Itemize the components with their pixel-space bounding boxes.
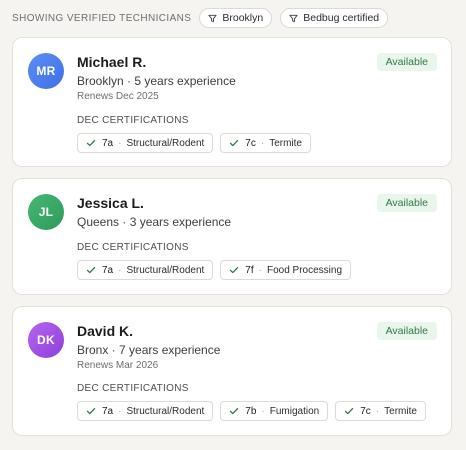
technician-meta: Queens · 3 years experience (77, 215, 232, 229)
certification-tag: 7a · Structural/Rodent (77, 260, 214, 280)
certifications-list: 7a · Structural/Rodent 7c · Termite (77, 133, 311, 153)
filter-bar: SHOWING VERIFIED TECHNICIANS Brooklyn Be… (12, 8, 454, 28)
check-icon (230, 139, 239, 147)
certification-code: 7c (245, 137, 256, 149)
filter-heading: SHOWING VERIFIED TECHNICIANS (12, 12, 192, 24)
certification-label: Structural/Rodent (126, 137, 205, 149)
technician-card-jessica[interactable]: JL Jessica L. Queens · 3 years experienc… (12, 178, 452, 295)
technician-card-michael[interactable]: MR Michael R. Brooklyn · 5 years experie… (12, 37, 452, 167)
technician-meta: Brooklyn · 5 years experience (77, 74, 236, 88)
certification-tag: 7c · Termite (220, 133, 311, 153)
check-icon (345, 407, 354, 415)
avatar: DK (28, 322, 64, 358)
certification-tag: 7c · Termite (335, 401, 426, 421)
certifications-list: 7a · Structural/Rodent 7b · Fumigation 7… (77, 401, 426, 421)
certification-code: 7f (245, 264, 254, 276)
technician-name: Michael R. (77, 54, 147, 70)
renewal-date: Renews Mar 2026 (77, 360, 159, 371)
filter-funnel-icon (208, 14, 217, 22)
check-icon (230, 266, 239, 274)
certification-label: Termite (384, 405, 417, 417)
status-badge: Available (376, 53, 437, 71)
certification-label: Termite (269, 137, 302, 149)
certification-label: Structural/Rodent (126, 264, 205, 276)
certification-tag: 7b · Fumigation (220, 401, 329, 421)
technician-card-david[interactable]: DK David K. Bronx · 7 years experience R… (12, 306, 452, 436)
status-badge: Available (376, 322, 437, 340)
certifications-heading: DEC CERTIFICATIONS (77, 383, 189, 394)
renewal-date: Renews Dec 2025 (77, 91, 159, 102)
check-icon (86, 139, 96, 147)
certification-code: 7b (245, 405, 257, 417)
certification-label: Structural/Rodent (126, 405, 205, 417)
certification-code: 7a (102, 405, 114, 417)
certification-label: Food Processing (266, 264, 343, 276)
filter-funnel-icon (289, 14, 298, 22)
certification-tag: 7a · Structural/Rodent (77, 401, 214, 421)
certification-tag: 7f · Food Processing (220, 260, 352, 280)
status-badge: Available (376, 194, 437, 212)
check-icon (86, 407, 96, 415)
filter-chip-label: Bedbug certified (303, 12, 380, 24)
certifications-list: 7a · Structural/Rodent 7f · Food Process… (77, 260, 352, 280)
certifications-heading: DEC CERTIFICATIONS (77, 115, 189, 126)
avatar: MR (28, 53, 64, 89)
avatar: JL (28, 194, 64, 230)
certification-label: Fumigation (269, 405, 320, 417)
technician-name: Jessica L. (77, 195, 144, 211)
check-icon (86, 266, 96, 274)
filter-chip-label: Brooklyn (222, 12, 264, 24)
certification-code: 7a (102, 264, 114, 276)
technician-name: David K. (77, 323, 134, 339)
filter-chip-brooklyn[interactable]: Brooklyn (199, 8, 273, 28)
certification-code: 7a (102, 137, 114, 149)
filter-chip-bedbug-certified[interactable]: Bedbug certified (280, 8, 389, 28)
certification-tag: 7a · Structural/Rodent (77, 133, 214, 153)
check-icon (230, 407, 239, 415)
certifications-heading: DEC CERTIFICATIONS (77, 242, 189, 253)
technician-meta: Bronx · 7 years experience (77, 343, 221, 357)
certification-code: 7c (360, 405, 371, 417)
